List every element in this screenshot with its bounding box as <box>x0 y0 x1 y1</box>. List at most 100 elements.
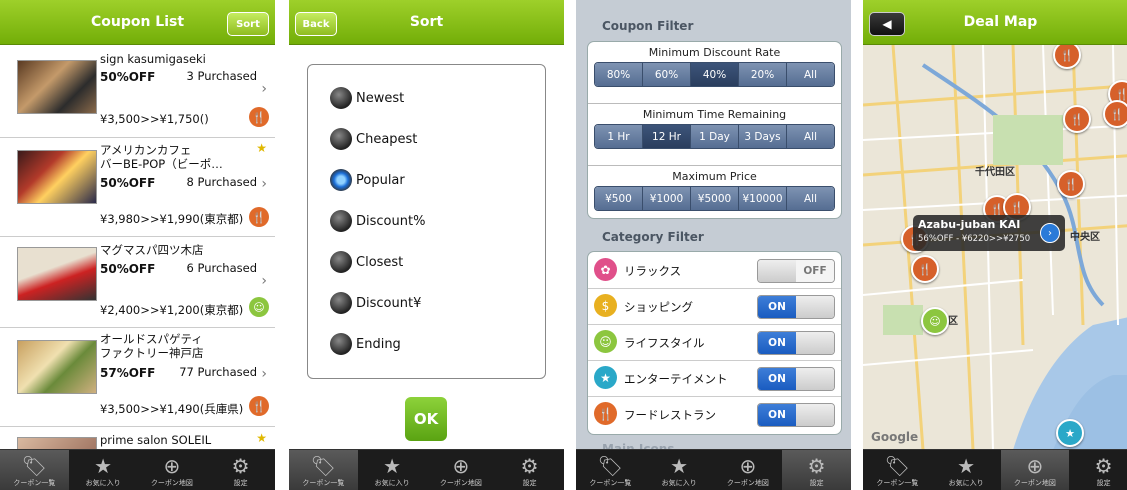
radio-button[interactable] <box>330 128 352 150</box>
segment-selected[interactable]: 40% <box>691 63 739 86</box>
tab-favorites[interactable]: ★ お気に入り <box>358 450 427 490</box>
tab-label: クーポン地図 <box>439 479 482 487</box>
segment[interactable]: 1 Day <box>691 125 739 148</box>
radio-button[interactable] <box>330 210 352 232</box>
header: Coupon List Sort <box>0 0 275 45</box>
discount-percent: 57%OFF <box>100 366 156 380</box>
sort-option-newest[interactable]: Newest <box>330 87 404 109</box>
tab-settings[interactable]: ⚙ 設定 <box>206 450 275 490</box>
star-icon: ★ <box>256 141 267 155</box>
radio-button[interactable] <box>330 251 352 273</box>
location-arrow-button[interactable]: ◀ <box>869 12 905 36</box>
map-pin-entertainment[interactable]: ★ <box>1056 419 1084 447</box>
segment[interactable]: All <box>787 63 834 86</box>
discount-segmented-control: 80% 60% 40% 20% All <box>594 62 835 87</box>
sort-option-closest[interactable]: Closest <box>330 251 403 273</box>
tab-settings[interactable]: ⚙ 設定 <box>495 450 564 490</box>
map-pin-restaurant[interactable]: 🍴 <box>1057 170 1085 198</box>
sort-option-discount-yen[interactable]: Discount¥ <box>330 292 421 314</box>
sort-button[interactable]: Sort <box>227 12 269 36</box>
segment[interactable]: 80% <box>595 63 643 86</box>
sort-option-cheapest[interactable]: Cheapest <box>330 128 417 150</box>
segment[interactable]: ¥10000 <box>739 187 787 210</box>
segment[interactable]: 20% <box>739 63 787 86</box>
tab-bar: 🏷 クーポン一覧 ★ お気に入り ⊕ クーポン地図 ⚙ 設定 <box>289 449 564 490</box>
list-item[interactable]: アメリカンカフェ バーBE-POP（ビーポ… ★ 50%OFF 8 Purcha… <box>0 138 275 237</box>
map-view[interactable]: 千代田区 中央区 区 Google 🍴 🍴 🍴 🍴 🍴 🍴 🍴 🍴 🍴 ☺ ★ … <box>863 45 1127 450</box>
chevron-right-icon[interactable]: › <box>1040 223 1060 243</box>
tab-favorites[interactable]: ★ お気に入り <box>645 450 714 490</box>
option-label: Discount% <box>356 213 426 229</box>
radio-button-selected[interactable] <box>330 169 352 191</box>
segment-selected[interactable]: 12 Hr <box>643 125 691 148</box>
segment[interactable]: All <box>787 187 834 210</box>
tab-coupon-list[interactable]: 🏷 クーポン一覧 <box>863 450 932 490</box>
discount-percent: 50%OFF <box>100 176 156 190</box>
map-pin-restaurant[interactable]: 🍴 <box>911 255 939 283</box>
time-segmented-control: 1 Hr 12 Hr 1 Day 3 Days All <box>594 124 835 149</box>
filter-title: Minimum Discount Rate <box>648 46 781 59</box>
tag-icon: 🏷 <box>884 454 911 478</box>
target-icon: ⊕ <box>1026 454 1044 478</box>
callout-subtitle: 56%OFF - ¥6220>>¥2750 <box>918 234 1031 244</box>
segment[interactable]: ¥500 <box>595 187 643 210</box>
tab-favorites[interactable]: ★ お気に入り <box>932 450 1001 490</box>
toggle-switch[interactable]: ON <box>757 331 835 355</box>
tab-coupon-map[interactable]: ⊕ クーポン地図 <box>427 450 496 490</box>
tab-coupon-map[interactable]: ⊕ クーポン地図 <box>714 450 783 490</box>
toggle-state: ON <box>758 404 796 426</box>
radio-button[interactable] <box>330 333 352 355</box>
category-row-entertainment: ★ エンターテイメント ON <box>588 360 841 397</box>
segment[interactable]: All <box>787 125 834 148</box>
tab-settings[interactable]: ⚙ 設定 <box>782 450 851 490</box>
discount-percent: 50%OFF <box>100 262 156 276</box>
segment[interactable]: ¥1000 <box>643 187 691 210</box>
back-button[interactable]: Back <box>295 12 337 36</box>
segment[interactable]: 60% <box>643 63 691 86</box>
segment[interactable]: ¥5000 <box>691 187 739 210</box>
list-item[interactable]: sign kasumigaseki 50%OFF 3 Purchased › ¥… <box>0 45 275 138</box>
price: ¥3,500>>¥1,490(兵庫県) <box>100 402 244 416</box>
radio-button[interactable] <box>330 292 352 314</box>
sort-option-ending[interactable]: Ending <box>330 333 401 355</box>
segment[interactable]: 3 Days <box>739 125 787 148</box>
tab-coupon-map[interactable]: ⊕ クーポン地図 <box>1000 450 1070 490</box>
sort-option-popular[interactable]: Popular <box>330 169 405 191</box>
location-arrow-icon: ◀ <box>882 17 892 31</box>
toggle-switch[interactable]: ON <box>757 295 835 319</box>
map-pin-lifestyle[interactable]: ☺ <box>921 307 949 335</box>
price: ¥3,980>>¥1,990(東京都) <box>100 212 244 226</box>
chevron-right-icon: › <box>261 366 267 382</box>
tag-icon: 🏷 <box>597 454 624 478</box>
map-pin-restaurant[interactable]: 🍴 <box>1063 105 1091 133</box>
list-item[interactable]: オールドスパゲティ ファクトリー神戸店 57%OFF 77 Purchased … <box>0 328 275 427</box>
target-icon: ⊕ <box>739 454 757 478</box>
tab-coupon-list[interactable]: 🏷 クーポン一覧 <box>0 450 69 490</box>
map-callout[interactable]: Azabu-juban KAI 56%OFF - ¥6220>>¥2750 › <box>913 215 1065 251</box>
tab-label: クーポン地図 <box>150 479 193 487</box>
ok-button[interactable]: OK <box>405 397 447 441</box>
toggle-switch[interactable]: ON <box>757 403 835 427</box>
toggle-state: ON <box>758 296 796 318</box>
tab-label: お気に入り <box>374 479 410 487</box>
category-row-relax: ✿ リラックス OFF <box>588 252 841 289</box>
map-pin-restaurant[interactable]: 🍴 <box>1103 100 1127 128</box>
list-item[interactable]: マグマスパ四ツ木店 50%OFF 6 Purchased › ¥2,400>>¥… <box>0 237 275 328</box>
tab-coupon-map[interactable]: ⊕ クーポン地図 <box>138 450 207 490</box>
tab-label: お気に入り <box>85 479 121 487</box>
coupon-name: マグマスパ四ツ木店 <box>100 243 204 257</box>
toggle-switch[interactable]: ON <box>757 367 835 391</box>
toggle-switch[interactable]: OFF <box>757 259 835 283</box>
tab-favorites[interactable]: ★ お気に入り <box>69 450 138 490</box>
tab-settings[interactable]: ⚙ 設定 <box>1069 450 1127 490</box>
star-icon: ★ <box>957 454 976 478</box>
tab-coupon-list[interactable]: 🏷 クーポン一覧 <box>289 450 358 490</box>
tab-coupon-list[interactable]: 🏷 クーポン一覧 <box>576 450 645 490</box>
sort-option-discount-percent[interactable]: Discount% <box>330 210 425 232</box>
purchased-count: 6 Purchased <box>186 261 258 275</box>
page-title: Deal Map <box>963 14 1038 30</box>
segment[interactable]: 1 Hr <box>595 125 643 148</box>
radio-button[interactable] <box>330 87 352 109</box>
list-item[interactable]: prime salon SOLEIL ★ <box>0 427 275 450</box>
coupon-thumbnail <box>17 340 97 394</box>
